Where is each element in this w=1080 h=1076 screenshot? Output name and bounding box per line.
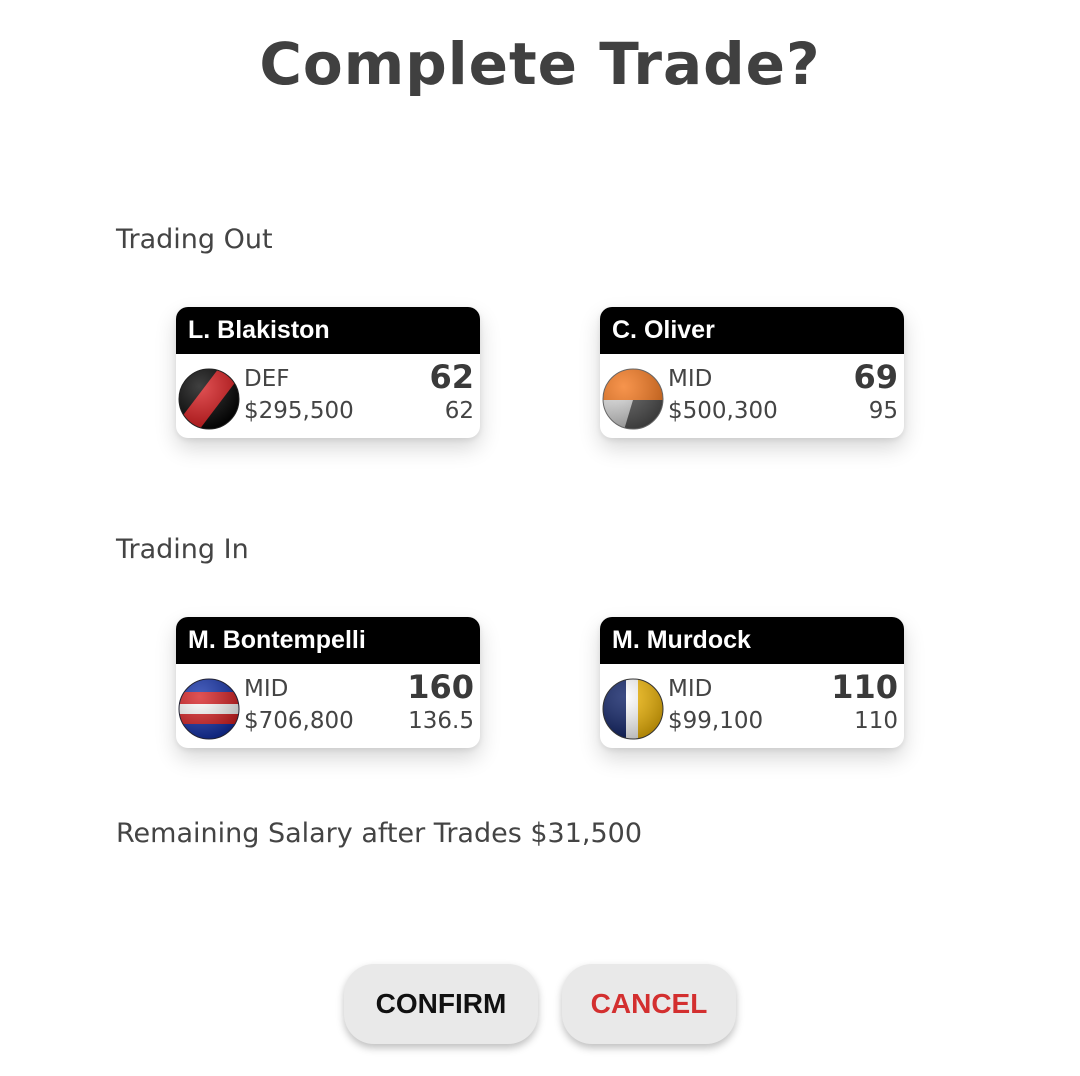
player-card-in-2[interactable]: M. Murdock MID $99,100 110 110 [600,617,904,748]
player-score: 62 [429,358,474,396]
player-average: 62 [444,398,474,424]
player-card-body: DEF $295,500 62 62 [176,354,480,438]
player-name: M. Bontempelli [176,617,480,664]
player-position: MID [668,676,713,702]
player-card-body: MID $99,100 110 110 [600,664,904,748]
west-coast-guernsey-icon [602,678,664,740]
bulldogs-guernsey-icon [178,678,240,740]
trading-in-label: Trading In [116,534,249,565]
cancel-button[interactable]: CANCEL [562,964,736,1044]
player-card-body: MID $500,300 69 95 [600,354,904,438]
player-score: 69 [853,358,898,396]
player-card-out-2[interactable]: C. Oliver MID $500,300 69 95 [600,307,904,438]
player-card-out-1[interactable]: L. Blakiston DEF $295,500 62 62 [176,307,480,438]
player-price: $500,300 [668,398,778,424]
player-name: M. Murdock [600,617,904,664]
gws-guernsey-icon [602,368,664,430]
player-card-in-1[interactable]: M. Bontempelli MID $706,800 160 136.5 [176,617,480,748]
player-price: $295,500 [244,398,354,424]
player-name: C. Oliver [600,307,904,354]
player-average: 95 [868,398,898,424]
player-price: $706,800 [244,708,354,734]
remaining-salary: Remaining Salary after Trades $31,500 [116,818,643,849]
player-average: 136.5 [408,708,474,734]
player-card-body: MID $706,800 160 136.5 [176,664,480,748]
player-score: 110 [831,668,898,706]
trading-out-label: Trading Out [116,224,273,255]
player-score: 160 [407,668,474,706]
player-name: L. Blakiston [176,307,480,354]
confirm-button[interactable]: CONFIRM [344,964,538,1044]
player-position: DEF [244,366,290,392]
essendon-guernsey-icon [178,368,240,430]
player-position: MID [668,366,713,392]
player-position: MID [244,676,289,702]
dialog-title: Complete Trade? [259,30,821,98]
player-price: $99,100 [668,708,764,734]
complete-trade-dialog: Complete Trade? Trading Out L. Blakiston [0,0,1080,1076]
player-average: 110 [854,708,898,734]
